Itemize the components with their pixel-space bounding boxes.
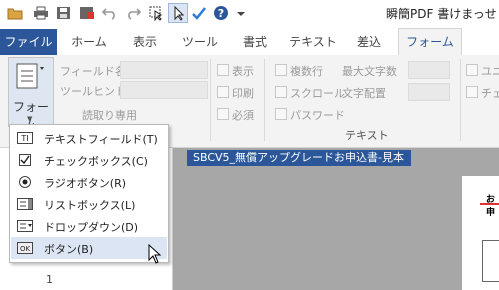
required-checkbox[interactable] (217, 108, 229, 120)
list-box-icon (17, 198, 33, 210)
mouse-cursor-icon (148, 244, 162, 264)
help-icon[interactable]: ? (212, 4, 230, 22)
tab-text[interactable]: テキスト (286, 29, 340, 55)
page-form-box (482, 240, 499, 282)
tooltip-input[interactable] (120, 81, 208, 99)
page-text: お申 (486, 195, 496, 218)
multiline-checkbox[interactable] (275, 64, 287, 76)
menu-item-radio-button[interactable]: ラジオボタン(R) (11, 171, 167, 193)
display-checkbox[interactable] (217, 64, 229, 76)
maxchars-input[interactable] (408, 61, 450, 79)
menu-item-label: ボタン(B) (44, 243, 94, 256)
ribbon-separator (264, 59, 265, 141)
tab-merge[interactable]: 差込 (348, 29, 390, 55)
scroll-checkbox[interactable] (275, 86, 287, 98)
svg-text:OK: OK (20, 245, 31, 253)
menu-item-label: ラジオボタン(R) (44, 177, 127, 190)
folder-icon[interactable] (6, 4, 24, 22)
radio-button-icon (19, 176, 31, 188)
unique-label: ユニ (481, 65, 499, 78)
password-label: パスワード (290, 109, 345, 122)
form-button[interactable]: フォーム ▼ (8, 57, 54, 131)
menu-item-label: ドロップダウン(D) (44, 221, 139, 234)
page-number: 1 (46, 273, 53, 286)
field-name-label: フィールド名 (60, 65, 126, 78)
select-object-icon[interactable] (147, 4, 165, 22)
tab-view[interactable]: 表示 (124, 29, 166, 55)
print-checkbox[interactable] (217, 86, 229, 98)
check-icon[interactable] (190, 4, 208, 22)
ok-button-icon: OK (17, 242, 33, 254)
svg-text:TI: TI (20, 134, 28, 143)
tab-file[interactable]: ファイル (0, 29, 57, 55)
maxchars-label: 最大文字数 (342, 65, 397, 78)
tab-form[interactable]: フォーム (398, 28, 462, 57)
alignment-label: 文字配置 (342, 87, 386, 100)
tab-home[interactable]: ホーム (66, 29, 112, 55)
menu-item-label: テキストフィールド(T) (44, 133, 158, 146)
save-icon[interactable] (55, 4, 73, 22)
pointer-icon[interactable] (168, 3, 188, 23)
undo-icon[interactable] (101, 4, 119, 22)
svg-text:?: ? (218, 7, 224, 20)
form-icon (16, 63, 44, 89)
multiline-label: 複数行 (290, 65, 323, 78)
text-field-icon: TI (17, 132, 33, 144)
title-bar: ? 瞬簡PDF 書けまっせ 7 - (0, 0, 499, 28)
alignment-select[interactable] (408, 83, 450, 101)
chevron-down-icon: ▼ (27, 115, 33, 123)
menu-item-label: リストボックス(L) (44, 199, 136, 212)
dropdown-list-icon (17, 220, 33, 232)
menu-item-label: チェックボックス(C) (44, 155, 148, 168)
ribbon-group-label: テキスト (345, 129, 389, 142)
checkbox-icon (19, 154, 31, 166)
readonly-label: 読取り専用 (82, 109, 137, 122)
print-label: 印刷 (232, 87, 254, 100)
password-checkbox[interactable] (275, 108, 287, 120)
pdf-save-icon[interactable] (78, 4, 96, 22)
display-label: 表示 (232, 65, 254, 78)
app-title: 瞬簡PDF 書けまっせ 7 - (386, 7, 499, 21)
menu-item-checkbox[interactable]: チェックボックス(C) (11, 149, 167, 171)
required-label: 必須 (232, 109, 254, 122)
tab-tools[interactable]: ツール (176, 29, 224, 55)
check-option-label: チェ (481, 87, 499, 100)
redo-icon[interactable] (124, 4, 142, 22)
tab-format[interactable]: 書式 (234, 29, 276, 55)
form-dropdown-menu: TI テキストフィールド(T) チェックボックス(C) ラジオボタン(R) リス… (9, 124, 169, 263)
print-icon[interactable] (32, 4, 50, 22)
menu-item-list-box[interactable]: リストボックス(L) (11, 193, 167, 215)
dropdown-icon[interactable] (232, 4, 250, 22)
document-tab[interactable]: SBCV5_無償アップグレードお申込書-見本 (187, 150, 411, 166)
check-option-checkbox[interactable] (466, 86, 478, 98)
menu-item-text-field[interactable]: TI テキストフィールド(T) (11, 127, 167, 149)
ribbon-tab-bar: ファイル ホーム 表示 ツール 書式 テキスト 差込 フォーム (0, 28, 499, 57)
field-name-input[interactable] (120, 61, 208, 79)
tooltip-label: ツールヒント (60, 85, 126, 98)
menu-item-dropdown[interactable]: ドロップダウン(D) (11, 215, 167, 237)
ribbon-separator (210, 59, 211, 141)
ribbon-separator (460, 59, 461, 141)
unique-checkbox[interactable] (466, 64, 478, 76)
scroll-label: スクロール (290, 87, 345, 100)
menu-item-button[interactable]: OK ボタン(B) (11, 237, 167, 259)
